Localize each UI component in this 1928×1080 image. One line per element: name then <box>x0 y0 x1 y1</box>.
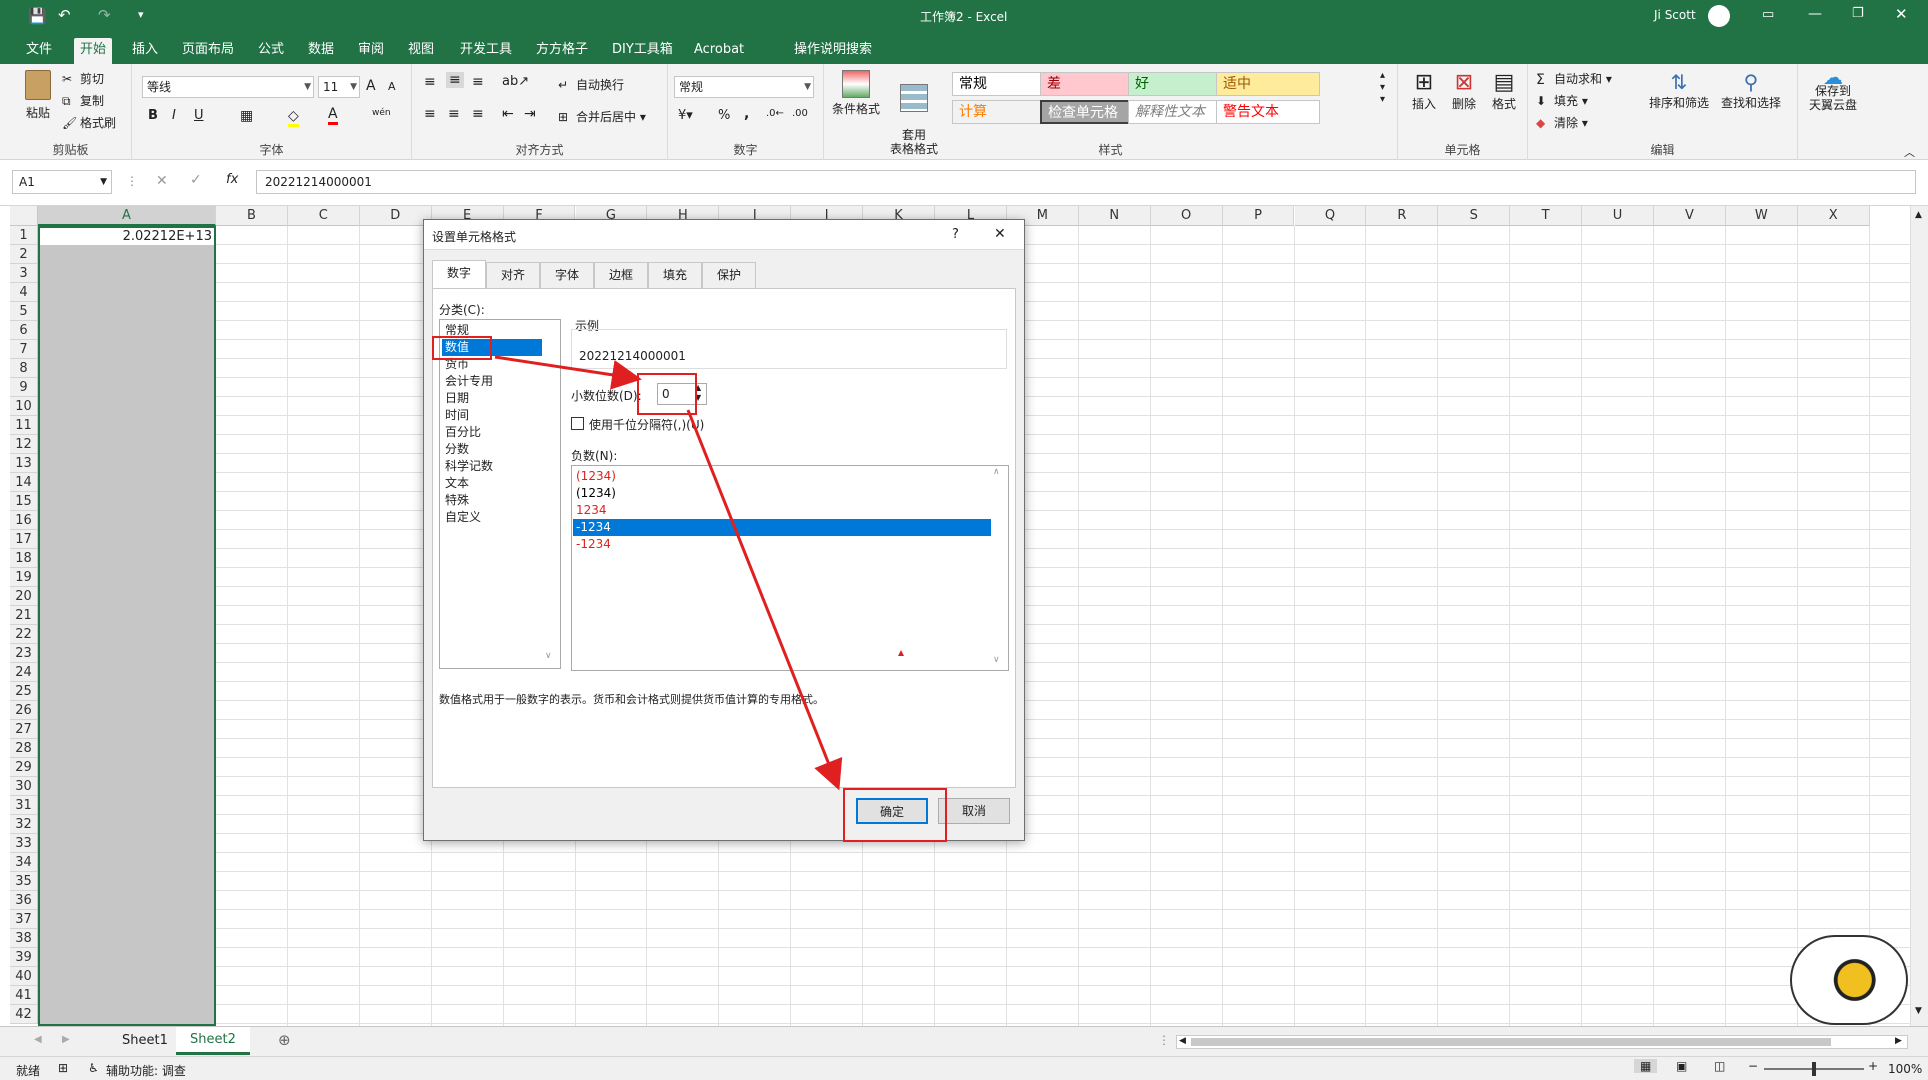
status-ready: 就绪 <box>16 1064 41 1078</box>
annotation-arrows <box>494 355 904 791</box>
zoom-level[interactable]: 100% <box>1888 1062 1922 1076</box>
prev-sheet-icon[interactable]: ◀ <box>34 1034 42 1045</box>
hscroll-left-icon[interactable]: ◀ <box>1179 1036 1186 1046</box>
split-handle-icon[interactable]: ⋮ <box>1158 1033 1170 1047</box>
horizontal-scrollbar[interactable]: ◀ ▶ <box>1176 1035 1908 1049</box>
sheet-tab-sheet2[interactable]: Sheet2 <box>176 1027 250 1055</box>
zoom-slider[interactable] <box>1764 1062 1864 1076</box>
vertical-scrollbar[interactable]: ▲ ▼ <box>1910 206 1928 1026</box>
page-break-view-icon[interactable]: ◫ <box>1714 1059 1725 1073</box>
macro-record-icon[interactable]: ⊞ <box>58 1061 68 1075</box>
mascot-sticker <box>1790 935 1908 1025</box>
zoom-out-icon[interactable]: − <box>1748 1059 1758 1073</box>
scroll-down-icon[interactable]: ▼ <box>1915 1006 1922 1016</box>
next-sheet-icon[interactable]: ▶ <box>62 1034 70 1045</box>
small-triangle <box>898 650 904 656</box>
normal-view-icon[interactable]: ▦ <box>1634 1059 1658 1073</box>
accessibility-icon: ♿ <box>88 1061 99 1075</box>
hscroll-right-icon[interactable]: ▶ <box>1895 1036 1902 1046</box>
arrow-to-decimal <box>494 355 642 390</box>
accessibility-status[interactable]: 辅助功能: 调查 <box>106 1062 186 1079</box>
zoom-in-icon[interactable]: + <box>1868 1059 1878 1073</box>
status-bar: 就绪 ⊞ ♿ 辅助功能: 调查 ▦ ▣ ◫ − + 100% <box>0 1056 1928 1080</box>
sheet-tabs-bar: ◀ ▶ Sheet1 Sheet2 ⊕ ⋮ ◀ ▶ <box>0 1026 1928 1056</box>
thin-line <box>687 409 729 513</box>
page-layout-view-icon[interactable]: ▣ <box>1676 1059 1687 1073</box>
sheet-tab-sheet1[interactable]: Sheet1 <box>108 1031 183 1050</box>
add-sheet-icon[interactable]: ⊕ <box>278 1031 291 1049</box>
zoom-thumb[interactable] <box>1812 1062 1816 1076</box>
scroll-up-icon[interactable]: ▲ <box>1915 210 1922 220</box>
hscroll-thumb[interactable] <box>1191 1038 1831 1046</box>
